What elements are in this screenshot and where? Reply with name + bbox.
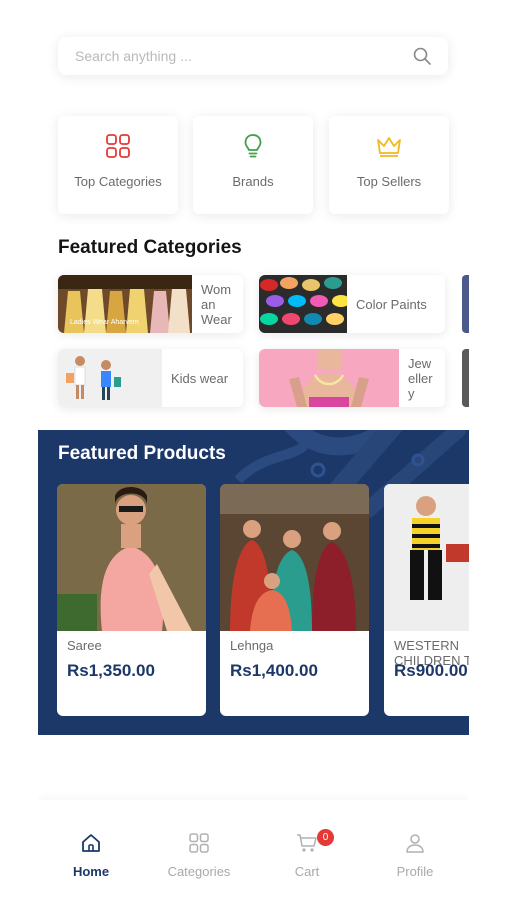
svg-text:Ladies Wear Aharvem: Ladies Wear Aharvem <box>70 319 139 326</box>
category-women-wear[interactable]: Ladies Wear Aharvem Wom an Wear <box>58 275 243 333</box>
category-card-partial[interactable] <box>462 349 469 407</box>
kids-wear-image <box>58 349 162 407</box>
category-kids-wear[interactable]: Kids wear <box>58 349 243 407</box>
women-wear-image: Ladies Wear Aharvem <box>58 275 192 333</box>
color-paints-image <box>259 275 347 333</box>
category-jewellery[interactable]: Jew eller y <box>259 349 445 407</box>
top-sellers-label: Top Sellers <box>356 174 422 189</box>
top-categories-label: Top Categories <box>74 174 162 189</box>
saree-image <box>57 484 206 631</box>
nav-categories[interactable]: Categories <box>149 832 249 879</box>
product-card-saree[interactable]: Saree Rs1,350.00 <box>57 484 206 716</box>
cart-badge: 0 <box>317 829 334 846</box>
nav-profile[interactable]: Profile <box>365 832 465 879</box>
top-categories-card[interactable]: Top Categories <box>58 116 178 214</box>
app-screen: Search anything ... Top Categories Brand… <box>38 0 469 900</box>
profile-icon <box>406 834 424 853</box>
jewellery-label: Jew eller y <box>408 355 433 401</box>
brands-card[interactable]: Brands <box>193 116 313 214</box>
product-price: Rs1,350.00 <box>67 661 155 680</box>
kids-wear-label: Kids wear <box>171 370 229 386</box>
women-wear-label: Wom an Wear <box>201 281 232 327</box>
western-children-image <box>384 484 469 631</box>
bottom-nav: Home Categories 0 Cart Profile <box>38 800 469 900</box>
nav-cart[interactable]: 0 Cart <box>257 829 357 879</box>
nav-profile-label: Profile <box>396 864 434 879</box>
search-input[interactable]: Search anything ... <box>75 48 412 64</box>
product-name: Saree <box>67 638 102 653</box>
product-name: Lehnga <box>230 638 274 653</box>
category-color-paints[interactable]: Color Paints <box>259 275 445 333</box>
product-card-western-children[interactable]: WESTERN CHILDREN T Rs900.00 <box>384 484 469 716</box>
product-card-lehnga[interactable]: Lehnga Rs1,400.00 <box>220 484 369 716</box>
featured-products-title: Featured Products <box>58 443 226 464</box>
categories-icon <box>189 833 209 853</box>
featured-categories-title: Featured Categories <box>58 237 242 258</box>
nav-categories-label: Categories <box>167 864 231 879</box>
nav-home-label: Home <box>72 864 110 879</box>
nav-cart-label: Cart <box>294 864 320 879</box>
crown-icon <box>377 137 401 157</box>
lehnga-image <box>220 484 369 631</box>
featured-products-section: Featured Products Saree Rs1,350.00 Lehng… <box>38 430 469 735</box>
home-icon <box>82 834 100 852</box>
jewellery-image <box>259 349 399 407</box>
top-sellers-card[interactable]: Top Sellers <box>329 116 449 214</box>
color-paints-label: Color Paints <box>356 296 427 312</box>
grid-icon <box>106 134 130 158</box>
search-icon[interactable] <box>412 46 432 66</box>
product-price: Rs1,400.00 <box>230 661 318 680</box>
nav-home[interactable]: Home <box>41 832 141 879</box>
lightbulb-icon <box>244 134 262 158</box>
brands-label: Brands <box>232 174 274 189</box>
category-card-partial[interactable] <box>462 275 469 333</box>
cart-icon <box>297 834 317 852</box>
product-price: Rs900.00 <box>394 661 468 680</box>
search-bar[interactable]: Search anything ... <box>58 37 448 75</box>
